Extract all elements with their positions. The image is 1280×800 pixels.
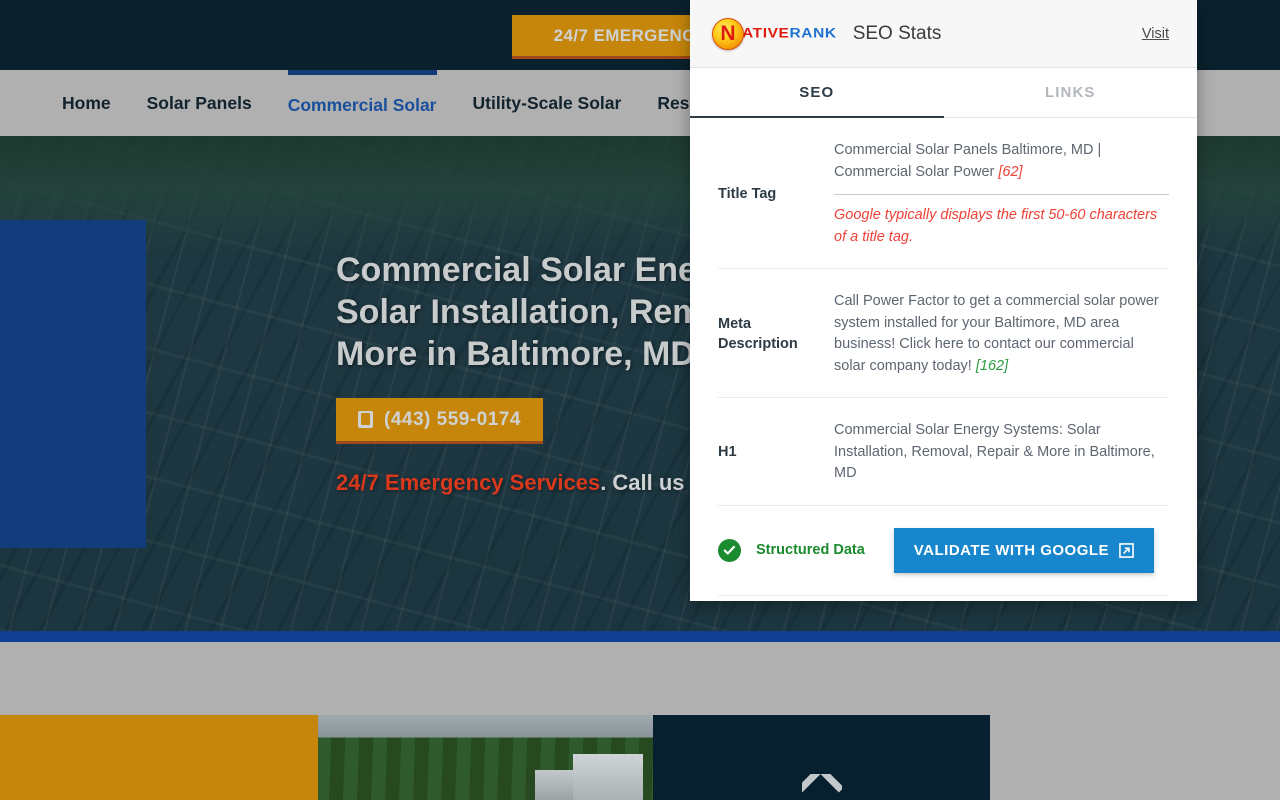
emergency-rest: . Call us — [600, 470, 685, 495]
row-label-meta-description: Meta Description — [718, 316, 798, 352]
row-label-h1: H1 — [718, 444, 737, 461]
check-circle-icon — [718, 538, 741, 562]
row-label-title-tag: Title Tag — [718, 186, 777, 202]
section-divider — [0, 631, 1280, 642]
logo-wordmark: ATIVERANK — [742, 25, 837, 42]
title-tag-text: Commercial Solar Panels Baltimore, MD | … — [834, 142, 1102, 180]
logo-word-rank: RANK — [789, 25, 837, 41]
promo-line-4: essage — [0, 355, 128, 392]
nav-item-utility-scale-solar[interactable]: Utility-Scale Solar — [473, 70, 622, 136]
photo-building-small — [535, 770, 575, 800]
promo-line-1: wing — [0, 244, 128, 281]
logo-word-ative: ATIVE — [742, 25, 790, 41]
validate-button-label: VALIDATE WITH GOOGLE — [913, 541, 1110, 559]
panel-header: N ATIVERANK SEO Stats Visit — [690, 0, 1197, 68]
row-content-meta-description: Call Power Factor to get a commercial so… — [834, 291, 1169, 377]
title-tag-char-count: [62] — [998, 163, 1023, 180]
phone-number-label: (443) 559-0174 — [384, 408, 521, 430]
row-content-title-tag: Commercial Solar Panels Baltimore, MD | … — [834, 140, 1169, 248]
external-link-icon — [1119, 542, 1134, 558]
footer-tile-dark — [653, 715, 990, 800]
row-structured-data: Structured Data VALIDATE WITH GOOGLE — [718, 506, 1169, 596]
logo-badge-icon: N — [712, 17, 744, 50]
panel-title: SEO Stats — [852, 22, 942, 44]
meta-description-char-count: [162] — [975, 357, 1009, 374]
footer-tile-photo — [318, 715, 653, 800]
panel-tabs: SEO LINKS — [690, 68, 1197, 118]
emergency-highlight: 24/7 Emergency Services — [336, 470, 601, 495]
phone-icon — [358, 411, 373, 428]
nav-item-home[interactable]: Home — [62, 70, 111, 136]
screen: 24/7 EMERGENCY SERVICES Home Solar Panel… — [0, 0, 1280, 800]
hero-phone-button[interactable]: (443) 559-0174 — [336, 398, 543, 444]
nav-item-commercial-solar[interactable]: Commercial Solar — [287, 70, 437, 136]
title-tag-value: Commercial Solar Panels Baltimore, MD | … — [834, 140, 1169, 183]
structured-data-label: Structured Data — [756, 542, 865, 558]
title-tag-hint: Google typically displays the first 50-6… — [834, 207, 1158, 245]
row-h1: H1 Commercial Solar Energy Systems: Sola… — [718, 398, 1169, 506]
h1-value: Commercial Solar Energy Systems: Solar I… — [834, 422, 1155, 481]
promo-line-5: more — [0, 392, 128, 429]
row-content-h1: Commercial Solar Energy Systems: Solar I… — [834, 420, 1169, 485]
footer-tile-orange — [0, 715, 318, 800]
tab-seo[interactable]: SEO — [690, 68, 944, 118]
panel-body: Title Tag Commercial Solar Panels Baltim… — [690, 118, 1197, 601]
nav-item-solar-panels[interactable]: Solar Panels — [147, 70, 252, 136]
visit-link[interactable]: Visit — [1142, 26, 1169, 42]
nativerank-logo: N ATIVERANK — [712, 17, 837, 50]
tab-links[interactable]: LINKS — [944, 68, 1198, 117]
seo-stats-panel: N ATIVERANK SEO Stats Visit SEO LINKS Ti… — [690, 0, 1197, 601]
validate-with-google-button[interactable]: VALIDATE WITH GOOGLE — [893, 527, 1155, 573]
photo-building-large — [573, 754, 643, 800]
promo-line-3: energy — [0, 318, 128, 355]
hero-promo-box: wing because energy essage more — [0, 220, 146, 548]
row-title-tag: Title Tag Commercial Solar Panels Baltim… — [718, 118, 1169, 269]
roof-icon — [802, 774, 842, 800]
row-meta-description: Meta Description Call Power Factor to ge… — [718, 269, 1169, 398]
hint-separator — [834, 194, 1169, 195]
meta-description-value: Call Power Factor to get a commercial so… — [834, 291, 1169, 377]
promo-line-2: because — [0, 281, 128, 318]
